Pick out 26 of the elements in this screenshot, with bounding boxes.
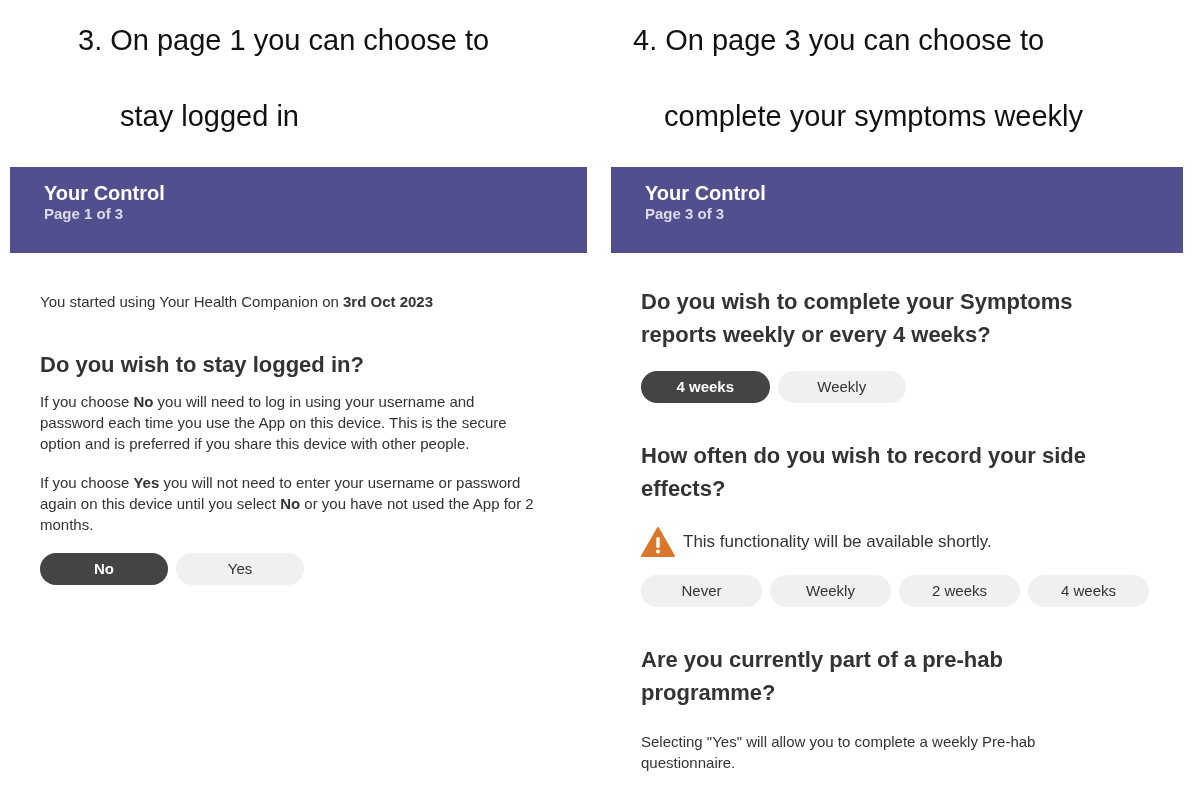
warning-icon: [641, 527, 675, 557]
option-button[interactable]: Yes: [176, 553, 304, 585]
paragraph: You started using Your Health Companion on 3rd Oct 2023: [40, 292, 435, 312]
caption-text: stay logged in: [120, 102, 299, 131]
header-title: Your Control: [44, 181, 166, 205]
page-indicator: Page 1 of 3: [44, 205, 125, 223]
question-heading: Do you wish to stay logged in?: [40, 351, 365, 379]
option-button[interactable]: Weekly: [777, 371, 906, 403]
caption-text: 3. On page 1 you can choose to: [78, 26, 490, 55]
paragraph: If you choose No you will need to log in using your username and password each time you use the App on this device. This is the secure option and is preferred if you share this device with other people.: [40, 392, 508, 454]
option-button[interactable]: Weekly: [770, 575, 891, 607]
question-heading: Do you wish to complete your Symptoms reports weekly or every 4 weeks?: [641, 288, 1074, 349]
option-button[interactable]: 4 weeks: [641, 371, 770, 403]
paragraph: If you choose Yes you will not need to enter your username or password again on this device until you select No or you have not used the App for 2 months.: [40, 473, 535, 535]
option-button[interactable]: 4 weeks: [1028, 575, 1149, 607]
option-button[interactable]: No: [40, 553, 168, 585]
warning-message: This functionality will be available shortly.: [683, 531, 992, 554]
option-button[interactable]: Never: [641, 575, 762, 607]
caption-text: 4. On page 3 you can choose to: [633, 26, 1045, 55]
header-title: Your Control: [645, 181, 767, 205]
page-indicator: Page 3 of 3: [645, 205, 726, 223]
paragraph: Selecting "Yes" will allow you to complete a weekly Pre-hab questionnaire.: [641, 732, 1037, 773]
caption-text: complete your symptoms weekly: [664, 102, 1084, 131]
question-heading: Are you currently part of a pre-hab programme?: [641, 646, 1004, 707]
option-button[interactable]: 2 weeks: [899, 575, 1020, 607]
question-heading: How often do you wish to record your side effects?: [641, 442, 1087, 503]
